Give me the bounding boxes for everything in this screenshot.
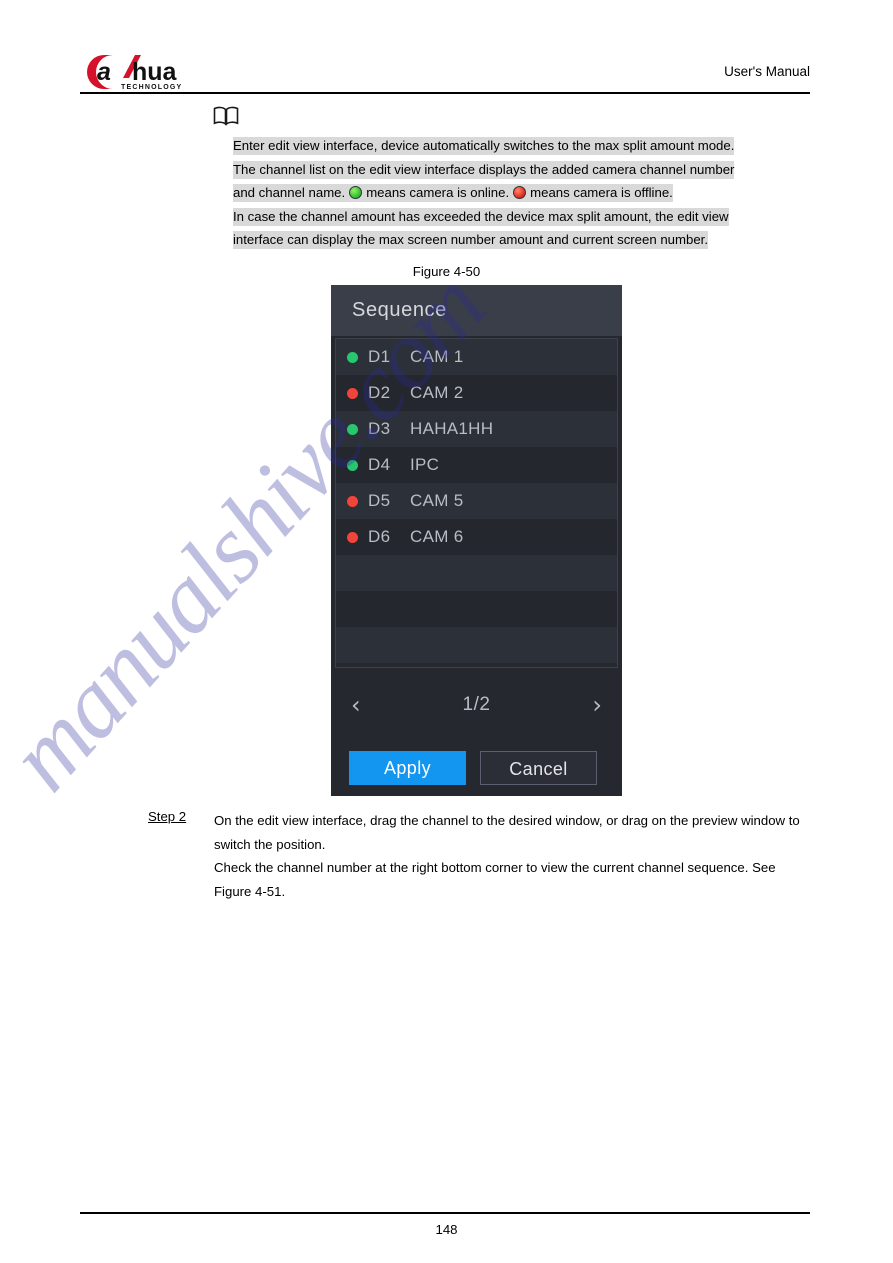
header-title: User's Manual	[724, 64, 810, 79]
svg-text:TECHNOLOGY: TECHNOLOGY	[121, 84, 182, 91]
channel-row[interactable]: D3 HAHA1HH	[336, 411, 617, 447]
dialog-body: D1 CAM 1 D2 CAM 2 D3 HAHA1HH D4 IPC D5 C…	[331, 336, 622, 796]
header-divider	[80, 92, 810, 94]
note-block: Enter edit view interface, device automa…	[233, 134, 813, 252]
channel-name: CAM 1	[410, 347, 464, 366]
prev-page-icon[interactable]: ‹	[351, 693, 361, 717]
figure-caption: Figure 4-50	[412, 264, 481, 279]
channel-name: CAM 2	[410, 383, 464, 402]
dahua-logo: a hua TECHNOLOGY	[83, 52, 283, 92]
apply-button[interactable]: Apply	[349, 751, 466, 785]
channel-row[interactable]: D5 CAM 5	[336, 483, 617, 519]
cancel-button[interactable]: Cancel	[480, 751, 597, 785]
channel-row-empty	[336, 591, 617, 627]
note-line-3: and channel name. means camera is online.…	[233, 181, 813, 205]
note-line-1-text: Enter edit view interface, device automa…	[233, 137, 735, 155]
book-icon	[213, 105, 239, 127]
dialog-actions: Apply Cancel	[331, 740, 622, 796]
status-dot-online-icon	[347, 423, 358, 435]
channel-id: D2	[368, 383, 391, 402]
channel-row[interactable]: D1 CAM 1	[336, 339, 617, 375]
sequence-dialog: Sequence D1 CAM 1 D2 CAM 2 D3 HAHA1HH D4	[331, 285, 622, 796]
status-dot-offline-icon	[347, 531, 358, 543]
offline-indicator-icon	[513, 186, 527, 200]
step-paragraph-2: Check the channel number at the right bo…	[214, 860, 776, 899]
status-dot-online-icon	[347, 351, 358, 363]
note-line-3-part2: means camera is online.	[366, 185, 510, 201]
page-number: 148	[435, 1222, 458, 1237]
note-line-2-text: The channel list on the edit view interf…	[233, 160, 735, 179]
note-line-1: Enter edit view interface, device automa…	[233, 134, 813, 158]
channel-row-empty	[336, 555, 617, 591]
channel-id: D4	[368, 455, 391, 474]
channel-name: CAM 6	[410, 527, 464, 546]
next-page-icon[interactable]: ›	[592, 693, 602, 717]
online-indicator-icon	[349, 186, 363, 200]
footer-divider	[80, 1212, 810, 1214]
channel-id: D5	[368, 491, 391, 510]
note-line-5-text: interface can display the max screen num…	[233, 231, 709, 250]
channel-row[interactable]: D4 IPC	[336, 447, 617, 483]
note-line-3-part1: and channel name.	[233, 185, 346, 201]
step-paragraph-1: On the edit view interface, drag the cha…	[214, 813, 800, 852]
note-line-5: interface can display the max screen num…	[233, 228, 813, 252]
channel-id: D6	[368, 527, 391, 546]
channel-id: D1	[368, 347, 391, 366]
channel-row-empty	[336, 627, 617, 663]
note-line-3-part3: means camera is offline.	[530, 185, 673, 201]
dialog-title: Sequence	[331, 285, 622, 336]
status-dot-online-icon	[347, 459, 358, 471]
channel-row[interactable]: D2 CAM 2	[336, 375, 617, 411]
channel-id: D3	[368, 419, 391, 438]
step-label: Step 2	[148, 809, 187, 824]
channel-row[interactable]: D6 CAM 6	[336, 519, 617, 555]
step-body: On the edit view interface, drag the cha…	[214, 809, 814, 903]
channel-list[interactable]: D1 CAM 1 D2 CAM 2 D3 HAHA1HH D4 IPC D5 C…	[335, 338, 618, 668]
page-indicator: 1/2	[462, 694, 491, 715]
page-header: a hua TECHNOLOGY User's Manual	[80, 48, 810, 92]
note-line-4: In case the channel amount has exceeded …	[233, 205, 813, 229]
status-dot-offline-icon	[347, 495, 358, 507]
channel-name: HAHA1HH	[410, 419, 494, 438]
svg-text:a: a	[97, 58, 111, 86]
note-line-2: The channel list on the edit view interf…	[233, 158, 813, 182]
status-dot-offline-icon	[347, 387, 358, 399]
svg-text:hua: hua	[132, 58, 178, 86]
channel-name: IPC	[410, 455, 440, 474]
pagination: ‹ 1/2 ›	[335, 672, 618, 738]
note-line-4-text: In case the channel amount has exceeded …	[233, 207, 729, 226]
channel-name: CAM 5	[410, 491, 464, 510]
